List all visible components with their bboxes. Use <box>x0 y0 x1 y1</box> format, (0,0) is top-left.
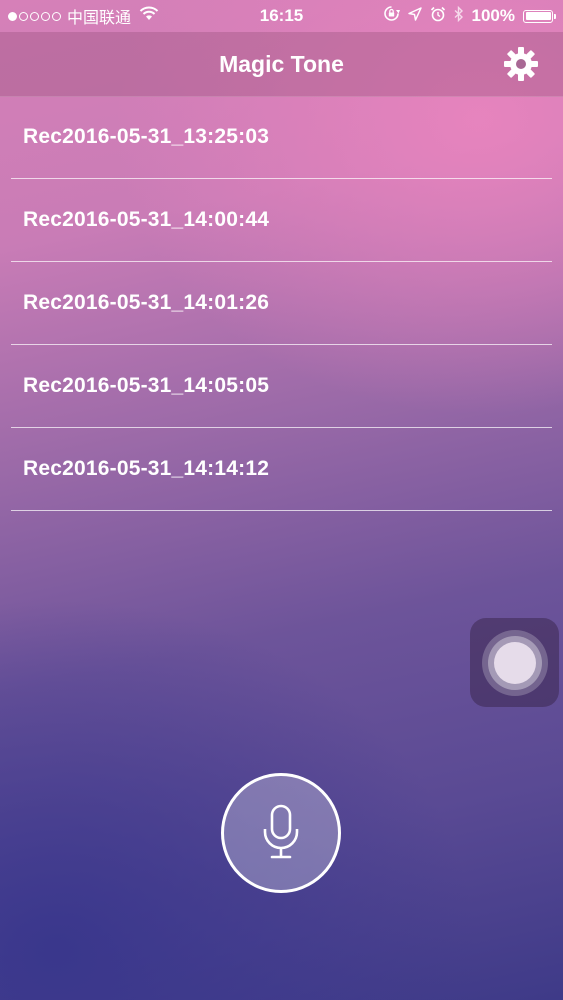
alarm-icon <box>430 6 446 27</box>
microphone-icon <box>263 804 299 859</box>
settings-button[interactable] <box>501 44 541 84</box>
page-title: Magic Tone <box>219 51 344 77</box>
app-screen: 中国联通 16:15 100% Magic Tone Rec2016-05-31… <box>0 0 563 1000</box>
record-button[interactable] <box>221 773 341 893</box>
recording-item[interactable]: Rec2016-05-31_14:01:26 <box>11 262 552 345</box>
location-icon <box>407 6 422 26</box>
recording-item[interactable]: Rec2016-05-31_13:25:03 <box>11 96 552 179</box>
orientation-lock-icon <box>383 5 400 27</box>
recording-item[interactable]: Rec2016-05-31_14:14:12 <box>11 428 552 511</box>
assistive-touch-icon <box>481 629 548 696</box>
recording-item[interactable]: Rec2016-05-31_14:05:05 <box>11 345 552 428</box>
recording-item[interactable]: Rec2016-05-31_14:00:44 <box>11 179 552 262</box>
status-right: 100% <box>383 0 556 32</box>
battery-icon <box>523 9 556 23</box>
assistive-touch-button[interactable] <box>470 618 559 707</box>
nav-bar: Magic Tone <box>0 32 563 97</box>
battery-percent: 100% <box>471 6 515 25</box>
recordings-list: Rec2016-05-31_13:25:03 Rec2016-05-31_14:… <box>11 96 552 511</box>
bluetooth-icon <box>454 5 464 27</box>
gear-icon <box>504 47 538 81</box>
status-bar: 中国联通 16:15 100% <box>0 0 563 32</box>
